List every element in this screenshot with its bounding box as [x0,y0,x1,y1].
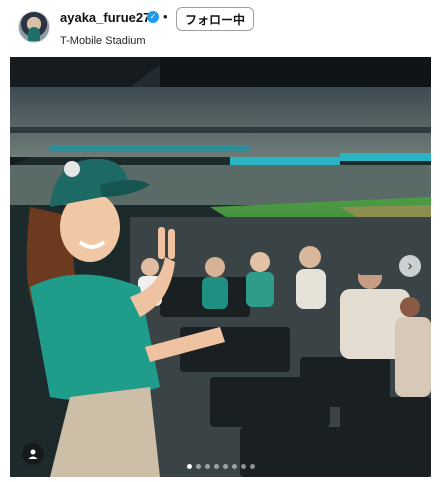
carousel-dot [204,464,210,469]
user-tag-button[interactable] [22,443,44,465]
user-tag-icon [28,449,38,459]
follow-button[interactable]: フォロー中 [176,7,254,31]
carousel-next-button[interactable]: › [399,255,421,277]
carousel-dot [195,464,201,469]
chevron-right-icon: › [407,257,413,273]
carousel-dot [231,464,237,469]
carousel-dot [222,464,228,469]
avatar[interactable] [18,11,50,43]
stadium-photo-illustration [10,57,431,477]
carousel-dot [249,464,255,469]
carousel-dot [240,464,246,469]
verified-badge-icon: ✓ [147,11,159,23]
separator: • [163,9,168,24]
username[interactable]: ayaka_furue27 [60,10,150,25]
carousel-dot [186,464,192,469]
carousel-dot [213,464,219,469]
location-link[interactable]: T-Mobile Stadium [60,35,146,47]
carousel-indicator [10,464,431,469]
post-header: ayaka_furue27 ✓ • フォロー中 T-Mobile Stadium [0,0,443,56]
post-photo[interactable]: › [10,57,431,477]
